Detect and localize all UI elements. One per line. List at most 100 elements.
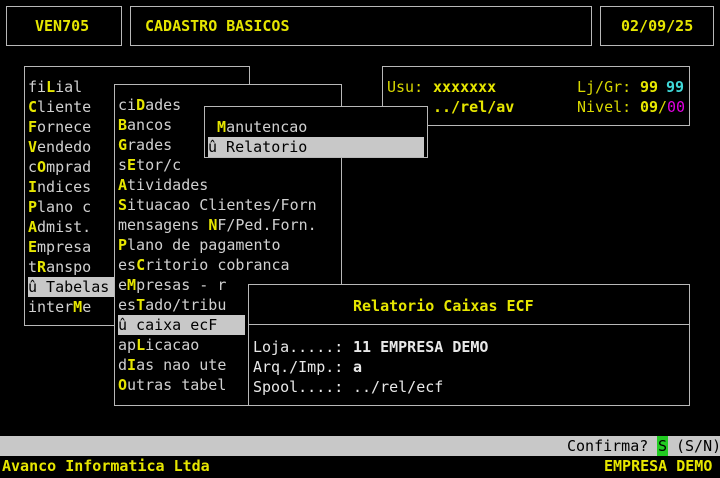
menu-item-hotkey: I <box>28 178 38 196</box>
menu-item-text: presas - r <box>136 276 227 294</box>
menu-item-text: ades <box>145 96 182 114</box>
menu2-item[interactable]: Atividades <box>118 175 245 195</box>
menu-item-hotkey: P <box>118 236 128 254</box>
menu-item-hotkey: T <box>136 296 146 314</box>
menu-item-text: ornece <box>37 118 92 136</box>
spool-label: Spool....: <box>253 378 344 396</box>
arq-imp-field[interactable]: a <box>353 357 362 377</box>
menu2-item[interactable]: Plano de pagamento <box>118 235 281 255</box>
menu-item-text: s <box>118 156 128 174</box>
menu-item-text: dmist. <box>37 218 92 236</box>
menu-item-hotkey: C <box>28 98 38 116</box>
menu-item-hotkey: D <box>136 96 146 114</box>
menu-item-text: utras tabel <box>127 376 227 394</box>
menu-item-hotkey: L <box>46 78 56 96</box>
menu2-item[interactable]: Situacao Clientes/Forn <box>118 195 317 215</box>
ljgr-label: Lj/Gr: <box>577 78 632 96</box>
menu-item-hotkey: A <box>28 218 38 236</box>
menu-item-text: û caixa ecF <box>118 316 218 334</box>
menu2-item[interactable]: esTado/tribu <box>118 295 245 315</box>
confirm-input[interactable]: S <box>657 436 669 456</box>
menu3-item[interactable]: û Relatorio <box>208 137 424 157</box>
caixa-submenu: Manutencao û Relatorio <box>204 106 428 158</box>
usu-label: Usu: <box>387 78 424 96</box>
menu-item-hotkey: M <box>217 118 227 136</box>
menu-item-text: lano de pagamento <box>127 236 281 254</box>
menu-item-text: liente <box>37 98 92 116</box>
menu-item-text: e <box>82 298 92 316</box>
nivel-value-2: 00 <box>667 98 686 116</box>
menu-item-hotkey: I <box>127 356 137 374</box>
empresa-name: EMPRESA DEMO <box>604 457 713 475</box>
menu-item-hotkey: P <box>28 198 38 216</box>
menu-item-hotkey: N <box>208 216 218 234</box>
menu-item-text: mpresa <box>37 238 92 256</box>
menu-item-hotkey: G <box>118 136 128 154</box>
menu-item-text: e <box>118 276 128 294</box>
menu-item-hotkey: V <box>28 138 38 156</box>
menu-item-text: û Relatorio <box>208 138 308 156</box>
nivel-separator: / <box>658 98 668 116</box>
info-box: Usu: xxxxxxx Lj/Gr: 99 99 ../rel/av Nive… <box>382 66 690 126</box>
menu-item-hotkey: L <box>136 336 146 354</box>
nivel-label: Nivel: <box>577 98 632 116</box>
menu-item-hotkey: O <box>37 158 47 176</box>
menu-item-hotkey: O <box>118 376 128 394</box>
usu-value: xxxxxxx <box>433 78 497 96</box>
menu-item-text: icacao <box>145 336 200 354</box>
footer-bar: Avanco Informatica Ltda EMPRESA DEMO <box>0 456 720 476</box>
ljgr-value-1: 99 <box>640 78 659 96</box>
menu-item-text: anspo <box>46 258 92 276</box>
menu-item-text: mensagens <box>118 216 209 234</box>
loja-label: Loja.....: <box>253 338 344 356</box>
menu2-item[interactable]: mensagens NF/Ped.Forn. <box>118 215 317 235</box>
menu-item-text: anutencao <box>226 118 308 136</box>
path-value: ../rel/av <box>433 98 515 116</box>
menu-item-hotkey: A <box>118 176 128 194</box>
menu2-item[interactable]: esCritorio cobranca <box>118 255 290 275</box>
ljgr-value-2: 99 <box>666 78 685 96</box>
menu-item-text: tor/c <box>136 156 182 174</box>
report-dialog: Relatorio Caixas ECF Loja.....: 11 EMPRE… <box>248 284 690 406</box>
loja-field[interactable]: 11 EMPRESA DEMO <box>353 337 488 357</box>
confirm-options: (S/N) <box>676 437 720 455</box>
menu-item-text: ituacao Clientes/Forn <box>127 196 317 214</box>
menu-item-text: F/Ped.Forn. <box>217 216 317 234</box>
menu-item-text: ndices <box>37 178 92 196</box>
menu2-item[interactable]: apLicacao <box>118 335 245 355</box>
nivel-value-1: 09 <box>640 98 659 116</box>
menu-item-hotkey: S <box>118 196 128 214</box>
confirm-label: Confirma? <box>567 437 649 455</box>
menu-item-text: endedo <box>37 138 92 156</box>
page-title: CADASTRO BASICOS <box>145 17 290 35</box>
menu-item-text: tividades <box>127 176 209 194</box>
company-name: Avanco Informatica Ltda <box>2 457 210 475</box>
program-box: VEN705 <box>6 6 122 46</box>
menu-item-text: ap <box>118 336 137 354</box>
menu2-item[interactable]: eMpresas - r <box>118 275 245 295</box>
menu2-item[interactable]: û caixa ecF <box>118 315 245 335</box>
menu-item-text: mprad <box>46 158 92 176</box>
menu3-item[interactable]: Manutencao <box>208 117 424 137</box>
menu2-item[interactable]: Outras tabel <box>118 375 245 395</box>
date-box: 02/09/25 <box>600 6 714 46</box>
menu2-item[interactable]: dIas nao ute <box>118 355 245 375</box>
dialog-divider <box>249 324 689 325</box>
menu-item-text: ial <box>55 78 83 96</box>
menu-item-hotkey: M <box>73 298 83 316</box>
menu-item-text: rades <box>127 136 173 154</box>
menu-item-text: fi <box>28 78 47 96</box>
menu-item-hotkey: E <box>127 156 137 174</box>
spool-field[interactable]: ../rel/ecf <box>353 377 443 397</box>
menu2-item[interactable]: sEtor/c <box>118 155 245 175</box>
header-date: 02/09/25 <box>621 17 694 35</box>
menu-item-text: ancos <box>127 116 173 134</box>
menu-item-text: as nao ute <box>136 356 227 374</box>
menu-item-text: es <box>118 296 137 314</box>
menu-item-text: c <box>28 158 38 176</box>
menu-item-text: û Tabelas <box>28 278 110 296</box>
menu-item-hotkey: F <box>28 118 38 136</box>
status-bar: Confirma? S (S/N) <box>0 436 720 456</box>
menu-item-text: ci <box>118 96 137 114</box>
menu-item-text: t <box>28 258 38 276</box>
